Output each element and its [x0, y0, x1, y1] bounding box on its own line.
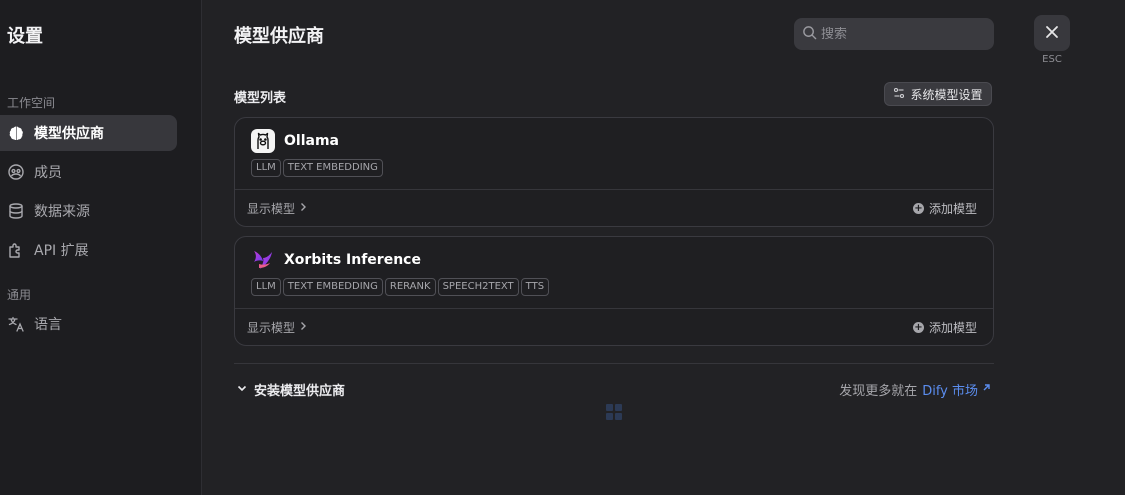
- provider-card-footer: 显示模型 + 添加模型: [235, 308, 993, 345]
- sidebar-item-label: API 扩展: [34, 243, 89, 259]
- plus-circle-icon: +: [912, 321, 924, 333]
- external-arrow-icon: [978, 382, 992, 397]
- model-type-tag: TTS: [520, 278, 550, 296]
- brain-icon: [7, 124, 25, 142]
- add-model-label: 添加模型: [928, 201, 977, 216]
- xorbits-logo-icon: [251, 248, 275, 272]
- settings-sidebar: 设置 工作空间 模型供应商 成员 数据来源 API 扩展 通用 语言: [0, 0, 202, 495]
- system-model-settings-button[interactable]: 系统模型设置: [884, 82, 992, 106]
- translate-icon: [7, 315, 25, 333]
- esc-label: ESC: [1042, 54, 1062, 65]
- model-type-tag: TEXT EMBEDDING: [282, 159, 383, 177]
- search-box[interactable]: [794, 18, 994, 50]
- model-type-tag: LLM: [251, 159, 281, 177]
- sidebar-item-language[interactable]: 语言: [0, 306, 177, 342]
- sidebar-item-data-sources[interactable]: 数据来源: [0, 193, 177, 229]
- marketplace-link-label: Dify 市场: [922, 384, 978, 399]
- chevron-right-icon: [295, 320, 308, 334]
- settings-title: 设置: [7, 26, 43, 47]
- model-type-tag: SPEECH2TEXT: [437, 278, 519, 296]
- sidebar-item-label: 数据来源: [34, 204, 90, 220]
- section-divider: [234, 363, 994, 364]
- show-models-button[interactable]: 显示模型: [247, 200, 308, 217]
- provider-name: Xorbits Inference: [284, 252, 421, 268]
- provider-card-xorbits: Xorbits Inference LLM TEXT EMBEDDING RER…: [234, 236, 994, 346]
- provider-tags: LLM TEXT EMBEDDING RERANK SPEECH2TEXT TT…: [235, 272, 993, 296]
- provider-card-footer: 显示模型 + 添加模型: [235, 189, 993, 226]
- sliders-icon: [893, 87, 910, 102]
- sidebar-item-api-extension[interactable]: API 扩展: [0, 232, 177, 268]
- plus-circle-icon: +: [912, 202, 924, 214]
- sidebar-item-members[interactable]: 成员: [0, 154, 177, 190]
- add-model-button[interactable]: + 添加模型: [912, 200, 977, 217]
- search-icon: [802, 25, 821, 44]
- sidebar-item-label: 模型供应商: [34, 126, 104, 142]
- show-models-label: 显示模型: [247, 320, 296, 335]
- model-type-tag: RERANK: [384, 278, 436, 296]
- add-model-label: 添加模型: [928, 320, 977, 335]
- model-type-tag: TEXT EMBEDDING: [282, 278, 383, 296]
- sidebar-item-label: 成员: [34, 165, 62, 181]
- search-input[interactable]: [821, 26, 981, 42]
- workspace-group-label: 工作空间: [7, 96, 56, 110]
- ollama-logo-icon: [251, 129, 275, 153]
- general-group-label: 通用: [7, 288, 32, 302]
- system-model-settings-label: 系统模型设置: [910, 87, 983, 102]
- sidebar-item-label: 语言: [34, 317, 62, 333]
- show-models-label: 显示模型: [247, 201, 296, 216]
- provider-tags: LLM TEXT EMBEDDING: [235, 153, 993, 177]
- database-icon: [7, 202, 25, 220]
- marketplace-link[interactable]: Dify 市场: [922, 380, 992, 399]
- chevron-down-icon: [236, 382, 254, 398]
- chevron-right-icon: [295, 201, 308, 215]
- close-button[interactable]: [1034, 15, 1070, 51]
- puzzle-icon: [7, 241, 25, 259]
- model-list-title: 模型列表: [234, 91, 287, 106]
- provider-name: Ollama: [284, 133, 339, 149]
- discover-text: 发现更多就在: [839, 384, 918, 399]
- close-icon: [1045, 24, 1059, 43]
- members-icon: [7, 163, 25, 181]
- discover-more: 发现更多就在 Dify 市场: [839, 380, 992, 399]
- loading-icon: [606, 404, 622, 420]
- provider-card-ollama: Ollama LLM TEXT EMBEDDING 显示模型 + 添加模型: [234, 117, 994, 227]
- page-title: 模型供应商: [234, 26, 324, 47]
- sidebar-item-model-provider[interactable]: 模型供应商: [0, 115, 177, 151]
- add-model-button[interactable]: + 添加模型: [912, 319, 977, 336]
- model-type-tag: LLM: [251, 278, 281, 296]
- install-providers-toggle[interactable]: 安装模型供应商: [236, 380, 345, 399]
- install-providers-title: 安装模型供应商: [254, 384, 346, 399]
- show-models-button[interactable]: 显示模型: [247, 319, 308, 336]
